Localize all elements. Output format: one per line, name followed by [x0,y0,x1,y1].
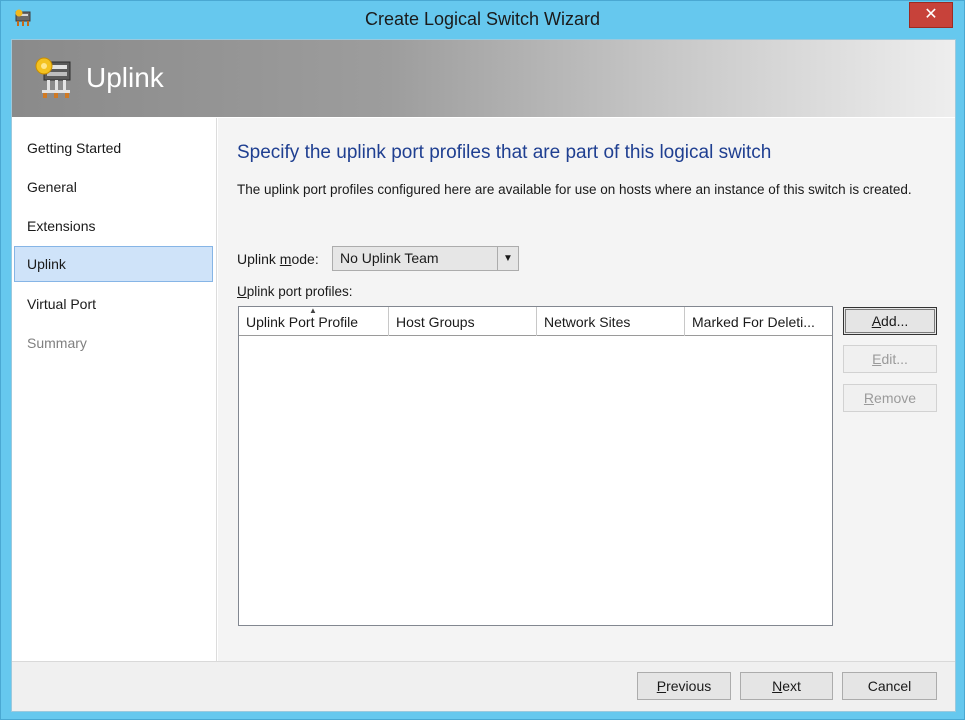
cancel-button[interactable]: Cancel [842,672,937,700]
close-button[interactable]: ✕ [909,2,953,28]
page-banner: Uplink [12,40,955,117]
nav-item-uplink[interactable]: Uplink [14,246,213,282]
uplink-profiles-table[interactable]: ▲ Uplink Port Profile Host Groups Networ… [238,306,833,626]
section-heading: Specify the uplink port profiles that ar… [237,142,772,163]
edit-button: Edit... [843,345,937,373]
page-title: Uplink [86,62,164,93]
previous-button[interactable]: Previous [637,672,731,700]
wizard-steps-sidebar: Getting Started General Extensions Uplin… [12,118,217,661]
remove-button: Remove [843,384,937,412]
section-description: The uplink port profiles configured here… [237,182,912,197]
uplink-profiles-label: Uplink port profiles: [237,284,353,299]
uplink-mode-value: No Uplink Team [340,250,439,266]
sort-ascending-icon: ▲ [309,307,317,315]
nav-item-general[interactable]: General [14,169,213,205]
column-header-uplink-port-profile[interactable]: ▲ Uplink Port Profile [239,307,389,336]
wizard-footer: Previous Next Cancel [12,661,955,711]
column-header-network-sites[interactable]: Network Sites [537,307,685,336]
nav-item-extensions[interactable]: Extensions [14,208,213,244]
window-title: Create Logical Switch Wizard [364,9,601,29]
main-content: Specify the uplink port profiles that ar… [218,118,955,661]
nav-item-virtual-port[interactable]: Virtual Port [14,286,213,322]
next-button[interactable]: Next [740,672,833,700]
column-header-marked-for-deletion[interactable]: Marked For Deleti... [685,307,832,336]
uplink-mode-label: Uplink mode: [237,251,319,267]
uplink-mode-dropdown[interactable]: No Uplink Team ▼ [332,246,519,271]
nav-item-getting-started[interactable]: Getting Started [14,130,213,166]
table-header: ▲ Uplink Port Profile Host Groups Networ… [239,307,832,336]
wizard-client-area: Uplink Getting Started General Extension… [11,39,956,712]
dropdown-arrow-icon[interactable]: ▼ [497,247,518,270]
nav-item-summary: Summary [27,335,87,351]
title-bar[interactable]: Create Logical Switch Wizard ✕ [1,1,964,39]
switch-gear-icon [35,57,71,98]
column-header-host-groups[interactable]: Host Groups [389,307,537,336]
wizard-window: Create Logical Switch Wizard ✕ Uplink Ge… [0,0,965,720]
add-button[interactable]: Add... [843,307,937,335]
